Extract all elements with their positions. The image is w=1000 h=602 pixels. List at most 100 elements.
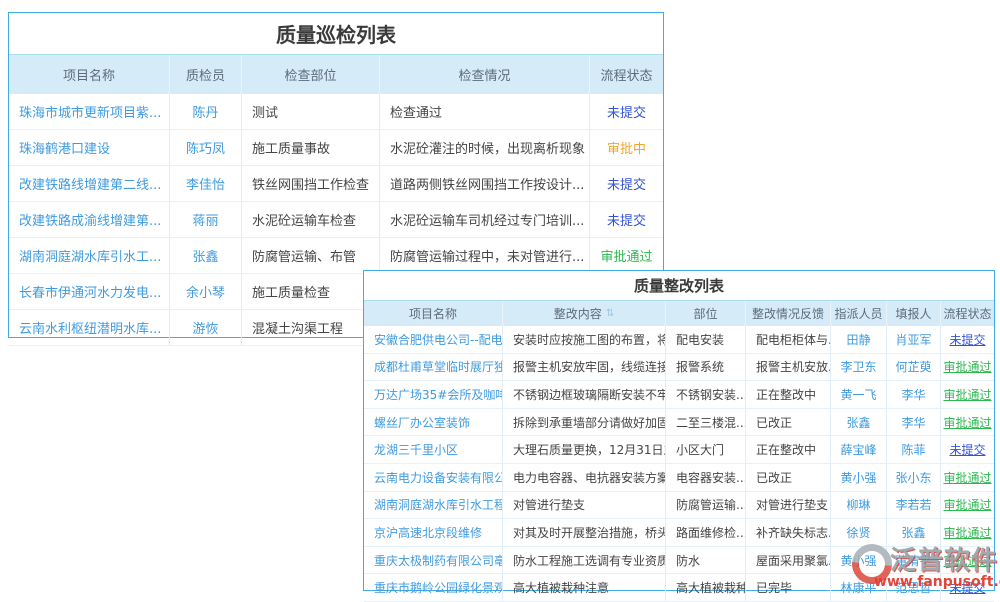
table-row: 成都杜甫草堂临时展厅独立展... 报警主机安放牢固，线缆连接... 报警系统 报… <box>364 354 994 382</box>
assignee-link[interactable]: 黄一飞 <box>841 386 877 403</box>
inspector-link[interactable]: 李佳怡 <box>186 174 225 193</box>
inspection-situation-cell: 道路两侧铁丝网围挡工作按设计... <box>379 166 589 201</box>
inspection-situation-cell: 防腐管运输过程中，未对管进行... <box>379 238 589 273</box>
inspection-situation-cell: 水泥砼运输车司机经过专门培训... <box>379 202 589 237</box>
table-row: 重庆太极制药有限公司亳州中... 防水工程施工选调有专业资质... 防水 屋面采… <box>364 547 994 575</box>
rectification-content-cell: 大理石质量更换，12月31日之... <box>502 436 665 463</box>
project-link[interactable]: 改建铁路线增建第二线... <box>19 174 161 193</box>
status-link[interactable]: 审批通过 <box>944 496 992 513</box>
project-link[interactable]: 湖南洞庭湖水库引水工程施工标 <box>374 496 502 513</box>
assignee-link[interactable]: 柳琳 <box>846 496 870 513</box>
feedback-cell: 对管进行垫支 <box>745 492 830 519</box>
assignee-link[interactable]: 李卫东 <box>841 358 877 375</box>
column-header-process-status: 流程状态 <box>940 301 994 326</box>
part-cell: 路面维修检... <box>665 519 745 546</box>
feedback-cell: 已完毕 <box>745 574 830 601</box>
reporter-link[interactable]: 李若若 <box>896 496 932 513</box>
reporter-link[interactable]: 范思哲 <box>896 579 932 596</box>
inspection-part-cell: 防腐管运输、布管 <box>241 238 379 273</box>
project-link[interactable]: 京沪高速北京段维修 <box>374 524 482 541</box>
inspector-link[interactable]: 余小琴 <box>186 282 225 301</box>
assignee-link[interactable]: 黄小强 <box>841 552 877 569</box>
column-header-project-name: 项目名称 <box>9 55 169 94</box>
reporter-link[interactable]: 李华 <box>901 414 925 431</box>
inspection-part-cell: 施工质量检查 <box>241 274 379 309</box>
inspector-link[interactable]: 陈巧凤 <box>186 138 225 157</box>
project-link[interactable]: 安徽合肥供电公司--配电设备... <box>374 331 502 348</box>
column-header-assignee: 指派人员 <box>830 301 886 326</box>
part-cell: 报警系统 <box>665 354 745 381</box>
reporter-link[interactable]: 陈菲 <box>901 441 925 458</box>
assignee-link[interactable]: 林康平 <box>841 579 877 596</box>
table-row: 京沪高速北京段维修 对其及时开展整治措施，桥头... 路面维修检... 补齐缺失… <box>364 519 994 547</box>
status-link[interactable]: 未提交 <box>950 331 986 348</box>
part-cell: 防水 <box>665 547 745 574</box>
table-row: 改建铁路线增建第二线... 李佳怡 铁丝网围挡工作检查 道路两侧铁丝网围挡工作按… <box>9 166 663 202</box>
assignee-link[interactable]: 张鑫 <box>846 414 870 431</box>
column-header-inspector: 质检员 <box>169 55 241 94</box>
status-link[interactable]: 审批中 <box>607 138 646 157</box>
project-link[interactable]: 云南水利枢纽潜明水库... <box>19 318 161 337</box>
project-link[interactable]: 龙湖三千里小区 <box>374 441 458 458</box>
project-link[interactable]: 改建铁路成渝线增建第... <box>19 210 161 229</box>
part-cell: 不锈钢安装... <box>665 381 745 408</box>
status-link[interactable]: 审批通过 <box>944 469 992 486</box>
status-link[interactable]: 未提交 <box>950 579 986 596</box>
reporter-link[interactable]: 何芷萸 <box>896 358 932 375</box>
table-row: 改建铁路成渝线增建第... 蒋丽 水泥砼运输车检查 水泥砼运输车司机经过专门培训… <box>9 202 663 238</box>
status-link[interactable]: 审批通过 <box>600 246 652 265</box>
status-link[interactable]: 未提交 <box>607 174 646 193</box>
column-header-part: 部位 <box>665 301 745 326</box>
rectification-table-body: 安徽合肥供电公司--配电设备... 安装时应按施工图的布置，将... 配电安装 … <box>364 326 994 602</box>
assignee-link[interactable]: 黄小强 <box>841 469 877 486</box>
inspector-link[interactable]: 蒋丽 <box>192 210 218 229</box>
sort-icon[interactable]: ⇅ <box>606 308 614 319</box>
feedback-cell: 补齐缺失标志... <box>745 519 830 546</box>
status-link[interactable]: 未提交 <box>607 102 646 121</box>
project-link[interactable]: 重庆市鹅岭公园绿化景观提升... <box>374 579 502 596</box>
inspector-link[interactable]: 游恢 <box>192 318 218 337</box>
reporter-link[interactable]: 张鑫 <box>901 524 925 541</box>
project-link[interactable]: 成都杜甫草堂临时展厅独立展... <box>374 358 502 375</box>
inspection-part-cell: 水泥砼运输车检查 <box>241 202 379 237</box>
column-header-inspection-part: 检查部位 <box>241 55 379 94</box>
inspection-table-title: 质量巡检列表 <box>9 13 663 55</box>
project-link[interactable]: 长春市伊通河水力发电... <box>19 282 161 301</box>
column-header-label: 整改内容 <box>554 305 602 322</box>
project-link[interactable]: 云南电力设备安装有限公司20... <box>374 469 502 486</box>
status-link[interactable]: 未提交 <box>607 210 646 229</box>
column-header-rectification-content: 整改内容 ⇅ <box>502 301 665 326</box>
status-link[interactable]: 审批通过 <box>944 414 992 431</box>
table-row: 珠海鹤港口建设 陈巧凤 施工质量事故 水泥砼灌注的时候，出现离析现象 审批中 <box>9 130 663 166</box>
table-row: 重庆市鹅岭公园绿化景观提升... 高大植被栽种注意 高大植被栽种 已完毕 林康平… <box>364 574 994 602</box>
status-link[interactable]: 审批通过 <box>944 524 992 541</box>
status-link[interactable]: 审批通过 <box>944 552 992 569</box>
assignee-link[interactable]: 徐贤 <box>846 524 870 541</box>
inspection-part-cell: 铁丝网围挡工作检查 <box>241 166 379 201</box>
project-link[interactable]: 螺丝厂办公室装饰 <box>374 414 470 431</box>
part-cell: 小区大门 <box>665 436 745 463</box>
table-row: 螺丝厂办公室装饰 拆除到承重墙部分请做好加固... 二至三楼混... 已改正 张… <box>364 409 994 437</box>
project-link[interactable]: 万达广场35#会所及咖啡厅空... <box>374 386 502 403</box>
assignee-link[interactable]: 薛宝峰 <box>841 441 877 458</box>
reporter-link[interactable]: 董清平 <box>896 552 932 569</box>
project-link[interactable]: 珠海鹤港口建设 <box>19 138 110 157</box>
reporter-link[interactable]: 肖亚军 <box>896 331 932 348</box>
part-cell: 电容器安装... <box>665 464 745 491</box>
assignee-link[interactable]: 田静 <box>846 331 870 348</box>
status-link[interactable]: 审批通过 <box>944 386 992 403</box>
table-row: 湖南洞庭湖水库引水工... 张鑫 防腐管运输、布管 防腐管运输过程中，未对管进行… <box>9 238 663 274</box>
project-link[interactable]: 湖南洞庭湖水库引水工... <box>19 246 161 265</box>
rectification-table-title: 质量整改列表 <box>364 271 994 301</box>
status-link[interactable]: 未提交 <box>950 441 986 458</box>
table-row: 龙湖三千里小区 大理石质量更换，12月31日之... 小区大门 正在整改中 薛宝… <box>364 436 994 464</box>
reporter-link[interactable]: 张小东 <box>896 469 932 486</box>
status-link[interactable]: 审批通过 <box>944 358 992 375</box>
reporter-link[interactable]: 李华 <box>901 386 925 403</box>
project-link[interactable]: 珠海市城市更新项目紫... <box>19 102 161 121</box>
project-link[interactable]: 重庆太极制药有限公司亳州中... <box>374 552 502 569</box>
part-cell: 高大植被栽种 <box>665 574 745 601</box>
inspector-link[interactable]: 张鑫 <box>192 246 218 265</box>
inspector-link[interactable]: 陈丹 <box>192 102 218 121</box>
inspection-situation-cell: 水泥砼灌注的时候，出现离析现象 <box>379 130 589 165</box>
